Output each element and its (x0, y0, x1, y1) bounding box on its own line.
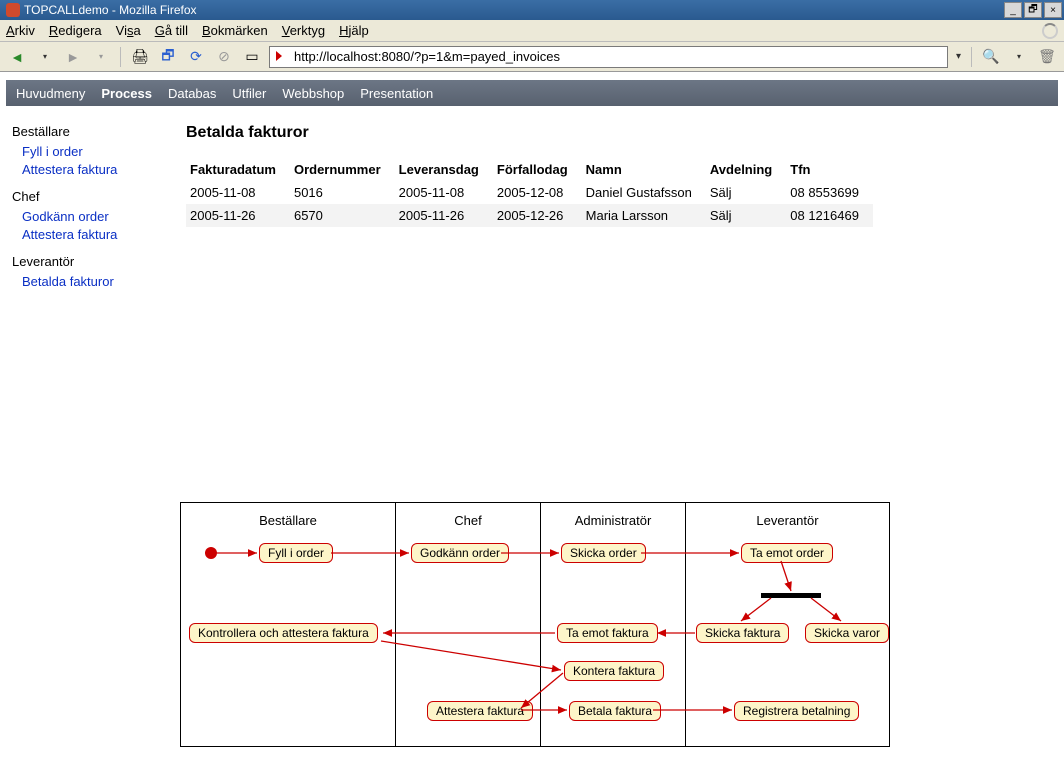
sidebar-link-attestera-faktura-2[interactable]: Attestera faktura (22, 226, 186, 244)
app-icon (6, 3, 20, 17)
process-diagram: Beställare Chef Administratör Leverantör… (180, 502, 890, 747)
node-betala-faktura[interactable]: Betala faktura (569, 701, 661, 721)
url-bar[interactable]: http://localhost:8080/?p=1&m=payed_invoi… (269, 46, 948, 68)
stop-button[interactable]: ⊘ (213, 46, 235, 68)
col-namn: Namn (582, 158, 706, 181)
url-dropdown-icon[interactable]: ▾ (954, 51, 963, 62)
page-content: Huvudmeny Process Databas Utfiler Webbsh… (0, 72, 1064, 764)
node-attestera-faktura[interactable]: Attestera faktura (427, 701, 533, 721)
nav-utfiler[interactable]: Utfiler (232, 86, 266, 101)
node-ta-emot-order[interactable]: Ta emot order (741, 543, 833, 563)
menu-redigera[interactable]: Redigera (49, 23, 102, 38)
node-kontera-faktura[interactable]: Kontera faktura (564, 661, 664, 681)
table-row[interactable]: 2005-11-08 5016 2005-11-08 2005-12-08 Da… (186, 181, 873, 204)
node-godkann-order[interactable]: Godkänn order (411, 543, 509, 563)
node-fyll-i-order[interactable]: Fyll i order (259, 543, 333, 563)
node-registrera-betalning[interactable]: Registrera betalning (734, 701, 859, 721)
node-kontrollera[interactable]: Kontrollera och attestera faktura (189, 623, 378, 643)
invoices-table: Fakturadatum Ordernummer Leveransdag För… (186, 158, 873, 227)
sidebar-group-leverantor: Leverantör (12, 254, 186, 269)
browser-menubar: Arkiv Redigera Visa Gå till Bokmärken Ve… (0, 20, 1064, 42)
toolbar-separator (971, 47, 972, 67)
forward-dropdown-icon[interactable]: ▾ (90, 46, 112, 68)
trash-button[interactable]: 🗑 (1036, 46, 1058, 68)
fork-bar (761, 593, 821, 598)
throbber-icon (1042, 23, 1058, 39)
nav-presentation[interactable]: Presentation (360, 86, 433, 101)
menu-gatill[interactable]: Gå till (155, 23, 188, 38)
sidebar-link-attestera-faktura-1[interactable]: Attestera faktura (22, 161, 186, 179)
lane-administrator: Administratör (541, 503, 685, 528)
sidebar-group-bestallare: Beställare (12, 124, 186, 139)
toolbar-separator (120, 47, 121, 67)
home-button[interactable]: ▭ (241, 46, 263, 68)
page-title: Betalda fakturor (186, 124, 1048, 142)
sidebar-group-chef: Chef (12, 189, 186, 204)
sidebar-link-godkann-order[interactable]: Godkänn order (22, 208, 186, 226)
nav-webbshop[interactable]: Webbshop (282, 86, 344, 101)
sidebar-link-fyll-i-order[interactable]: Fyll i order (22, 143, 186, 161)
nav-databas[interactable]: Databas (168, 86, 216, 101)
lane-leverantor: Leverantör (686, 503, 889, 528)
col-ordernummer: Ordernummer (290, 158, 395, 181)
window-titlebar: TOPCALLdemo - Mozilla Firefox _ 🗗 × (0, 0, 1064, 20)
app-nav: Huvudmeny Process Databas Utfiler Webbsh… (6, 80, 1058, 106)
col-fakturadatum: Fakturadatum (186, 158, 290, 181)
menu-verktyg[interactable]: Verktyg (282, 23, 325, 38)
print-button[interactable]: 🖨 (129, 46, 151, 68)
forward-button[interactable]: ► (62, 46, 84, 68)
menu-arkiv[interactable]: Arkiv (6, 23, 35, 38)
restore-button[interactable]: 🗗 (1024, 2, 1042, 18)
back-button[interactable]: ◄ (6, 46, 28, 68)
favicon-icon (274, 50, 288, 64)
nav-process[interactable]: Process (101, 86, 152, 101)
nav-huvudmeny[interactable]: Huvudmeny (16, 86, 85, 101)
sidebar-link-betalda-fakturor[interactable]: Betalda fakturor (22, 273, 186, 291)
node-skicka-varor[interactable]: Skicka varor (805, 623, 889, 643)
search-button[interactable]: 🔍 (980, 46, 1002, 68)
close-button[interactable]: × (1044, 2, 1062, 18)
back-dropdown-icon[interactable]: ▾ (34, 46, 56, 68)
url-text: http://localhost:8080/?p=1&m=payed_invoi… (294, 49, 560, 64)
search-dropdown-icon[interactable]: ▾ (1008, 46, 1030, 68)
menu-visa[interactable]: Visa (116, 23, 141, 38)
sidebar: Beställare Fyll i order Attestera faktur… (6, 124, 186, 291)
window-title: TOPCALLdemo - Mozilla Firefox (24, 3, 197, 17)
reload-button[interactable]: ⟳ (185, 46, 207, 68)
lane-chef: Chef (396, 503, 540, 528)
table-header-row: Fakturadatum Ordernummer Leveransdag För… (186, 158, 873, 181)
node-ta-emot-faktura[interactable]: Ta emot faktura (557, 623, 658, 643)
browser-toolbar: ◄ ▾ ► ▾ 🖨 🗗 ⟳ ⊘ ▭ http://localhost:8080/… (0, 42, 1064, 72)
node-skicka-faktura[interactable]: Skicka faktura (696, 623, 789, 643)
col-avdelning: Avdelning (706, 158, 786, 181)
minimize-button[interactable]: _ (1004, 2, 1022, 18)
node-skicka-order[interactable]: Skicka order (561, 543, 646, 563)
main-panel: Betalda fakturor Fakturadatum Ordernumme… (186, 124, 1058, 291)
start-node-icon (205, 547, 217, 559)
col-forfallodag: Förfallodag (493, 158, 582, 181)
col-leveransdag: Leveransdag (395, 158, 493, 181)
table-row[interactable]: 2005-11-26 6570 2005-11-26 2005-12-26 Ma… (186, 204, 873, 227)
menu-bokmarken[interactable]: Bokmärken (202, 23, 268, 38)
menu-hjalp[interactable]: Hjälp (339, 23, 369, 38)
col-tfn: Tfn (786, 158, 873, 181)
lane-bestallare: Beställare (181, 503, 395, 528)
newtab-button[interactable]: 🗗 (157, 46, 179, 68)
